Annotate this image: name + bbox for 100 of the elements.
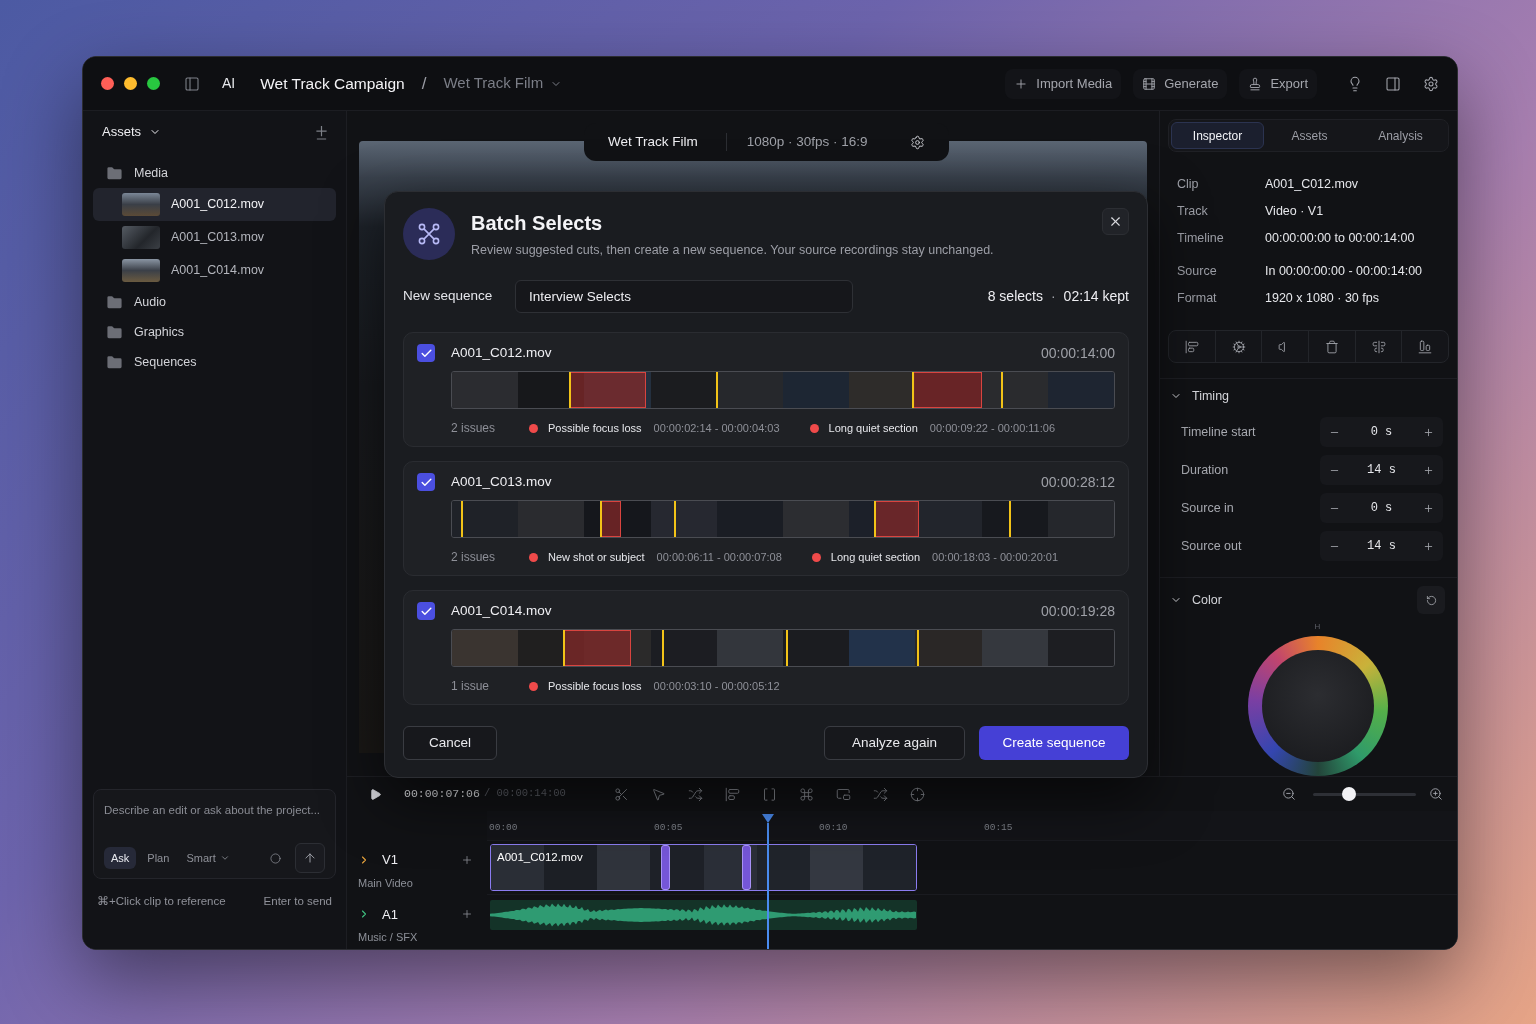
- issue-range: 00:00:06:11 - 00:00:07:08: [656, 549, 782, 565]
- folder-item[interactable]: Audio: [93, 287, 336, 317]
- circle-icon[interactable]: [270, 852, 281, 864]
- reset-color-button[interactable]: [1417, 586, 1445, 614]
- plus-icon[interactable]: [1423, 464, 1434, 476]
- track-name: A1: [382, 905, 398, 924]
- stepper-field[interactable]: 14 s: [1320, 455, 1443, 485]
- toolbar-button[interactable]: Export: [1239, 68, 1317, 99]
- plus-icon[interactable]: [1423, 502, 1434, 514]
- settings-icon[interactable]: [910, 134, 925, 150]
- shuffle-icon[interactable]: [872, 786, 888, 802]
- toolbar-button[interactable]: Generate: [1133, 68, 1228, 99]
- sequence-switcher[interactable]: Wet Track Film: [443, 72, 563, 95]
- pointer-icon[interactable]: [650, 786, 666, 802]
- stepper-field[interactable]: 14 s: [1320, 531, 1443, 561]
- property-value: 1920 x 1080 · 30 fps: [1265, 290, 1379, 308]
- format-label: 1080p · 30fps · 16:9: [746, 132, 868, 151]
- crosshair-icon[interactable]: [909, 786, 925, 802]
- clip-checkbox[interactable]: [417, 602, 435, 620]
- color-section-header[interactable]: Color: [1170, 590, 1222, 610]
- assistant-input[interactable]: Describe an edit or ask about the project... Ask Plan Smart: [93, 789, 336, 879]
- zoom-in-icon[interactable]: [1429, 787, 1443, 801]
- toolbar-button[interactable]: Import Media: [1005, 68, 1122, 99]
- lightbulb-icon[interactable]: [1347, 75, 1363, 92]
- folder-item[interactable]: Graphics: [93, 317, 336, 347]
- property-value: 00:00:00:00 to 00:00:14:00: [1265, 230, 1415, 248]
- frame-thumbnail: [452, 372, 519, 408]
- trim-handle[interactable]: [742, 844, 751, 890]
- picture-in-picture-icon[interactable]: [835, 786, 851, 802]
- zoom-out-icon[interactable]: [1282, 787, 1296, 801]
- zoom-window-button[interactable]: [147, 77, 160, 90]
- panel-tab[interactable]: Assets: [1264, 122, 1355, 149]
- right-panel-icon[interactable]: [1385, 75, 1401, 92]
- secondary-button[interactable]: Analyze again: [824, 726, 965, 760]
- frame-thumbnail: [809, 844, 863, 890]
- sidebar-toggle-icon[interactable]: [184, 75, 200, 92]
- undo-icon: [1425, 594, 1437, 606]
- ruler-label: 00:00: [489, 822, 518, 834]
- stepper-field[interactable]: 0 s: [1320, 493, 1443, 523]
- scissors-icon[interactable]: [613, 786, 629, 802]
- folder-icon: [106, 164, 123, 182]
- plus-icon[interactable]: [461, 853, 473, 866]
- align-bottom-icon[interactable]: [1418, 339, 1433, 354]
- file-item[interactable]: A001_C014.mov: [93, 254, 336, 287]
- close-button[interactable]: [1102, 208, 1129, 235]
- issue-highlight: [912, 372, 982, 408]
- mode-tab[interactable]: Ask: [104, 847, 137, 869]
- folder-item[interactable]: Sequences: [93, 347, 336, 377]
- cut-marker: [1008, 501, 1011, 537]
- timing-section-header[interactable]: Timing: [1160, 381, 1230, 411]
- plus-icon[interactable]: [315, 124, 328, 140]
- primary-button[interactable]: Create sequence: [979, 726, 1129, 760]
- settings-icon[interactable]: [1423, 75, 1439, 92]
- align-start-icon[interactable]: [724, 786, 740, 802]
- close-window-button[interactable]: [101, 77, 114, 90]
- total-duration: / 00:00:14:00: [483, 786, 566, 802]
- play-icon[interactable]: [369, 787, 382, 801]
- frame-thumbnail: [716, 372, 783, 408]
- trash-icon[interactable]: [1324, 339, 1339, 354]
- ruler-label: 00:10: [819, 822, 848, 834]
- selects-count: 8 selects: [987, 287, 1043, 306]
- clip-checkbox[interactable]: [417, 473, 435, 491]
- clip-checkbox[interactable]: [417, 344, 435, 362]
- issue-count: 2 issues: [451, 420, 497, 437]
- frame-thumbnail: [756, 844, 810, 890]
- trim-handle[interactable]: [661, 844, 670, 890]
- frame-thumbnail: [981, 630, 1048, 666]
- plus-icon[interactable]: [1423, 540, 1434, 552]
- plus-icon[interactable]: [461, 908, 473, 921]
- panel-tab[interactable]: Inspector: [1171, 122, 1264, 149]
- file-item[interactable]: A001_C013.mov: [93, 221, 336, 254]
- assets-menu[interactable]: Assets: [102, 122, 161, 142]
- folder-item[interactable]: Media: [93, 158, 336, 188]
- plus-icon[interactable]: [1423, 426, 1434, 438]
- prompt-field[interactable]: Describe an edit or ask about the project...: [104, 801, 325, 819]
- cut-marker: [661, 630, 664, 666]
- align-center-icon[interactable]: [1371, 339, 1386, 354]
- file-item[interactable]: A001_C012.mov: [93, 188, 336, 221]
- app-label: AI: [222, 74, 236, 93]
- zoom-slider-thumb[interactable]: [1342, 787, 1357, 801]
- shuffle-icon[interactable]: [687, 786, 703, 802]
- align-start-icon[interactable]: [1184, 339, 1199, 354]
- issue-label: Possible focus loss: [548, 420, 642, 436]
- model-selector[interactable]: Smart: [186, 849, 230, 867]
- minimize-window-button[interactable]: [124, 77, 137, 90]
- audio-waveform[interactable]: [490, 900, 917, 931]
- cut-marker: [461, 501, 464, 537]
- sequence-name-field[interactable]: Interview Selects: [515, 280, 853, 313]
- mode-tab[interactable]: Plan: [140, 847, 177, 869]
- stepper-field[interactable]: 0 s: [1320, 417, 1443, 447]
- send-button[interactable]: [295, 843, 325, 873]
- playhead-handle[interactable]: [762, 814, 775, 823]
- cancel-button[interactable]: Cancel: [403, 726, 497, 760]
- panel-tab[interactable]: Analysis: [1355, 122, 1446, 149]
- command-icon[interactable]: [798, 786, 814, 802]
- brackets-icon[interactable]: [761, 786, 777, 802]
- timeline-clip[interactable]: A001_C012.mov: [490, 843, 917, 891]
- issue-range: 00:00:03:10 - 00:00:05:12: [653, 678, 780, 694]
- zoom-slider[interactable]: [1313, 787, 1416, 801]
- gear-icon[interactable]: [1231, 339, 1246, 354]
